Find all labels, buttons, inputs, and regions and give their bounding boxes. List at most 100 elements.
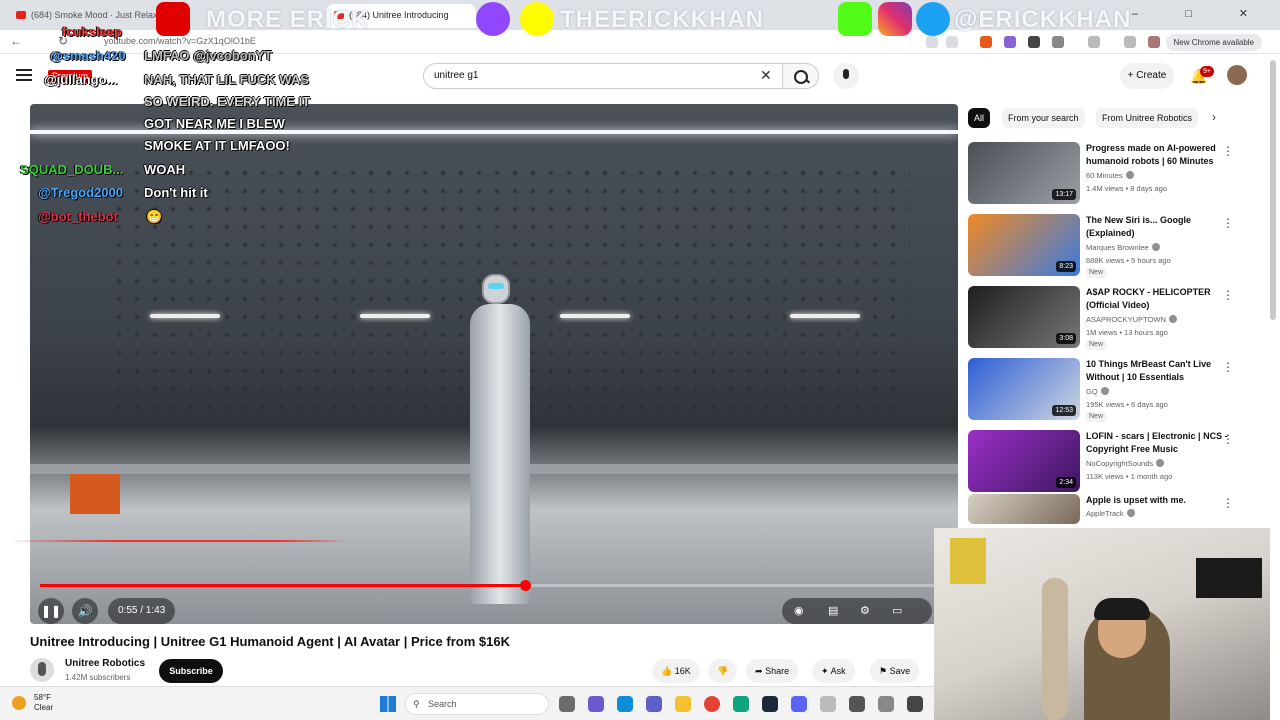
more-options-icon[interactable]: ⋮ (1222, 360, 1234, 374)
account-avatar[interactable] (1227, 65, 1247, 85)
search-button[interactable] (783, 63, 819, 89)
back-icon[interactable]: ← (10, 34, 22, 48)
video-thumbnail[interactable]: 3:08 (968, 286, 1080, 348)
verified-check-icon (1168, 315, 1177, 323)
recommended-video[interactable]: 2:34 LOFIN - scars | Electronic | NCS - C… (968, 430, 1258, 494)
channel-avatar[interactable] (30, 658, 54, 682)
task-view-icon[interactable] (559, 696, 575, 712)
clear-search-icon[interactable]: ✕ (760, 67, 772, 84)
voice-search-mic-icon[interactable] (833, 63, 859, 89)
app-icon[interactable] (733, 696, 749, 712)
discord-icon[interactable] (791, 696, 807, 712)
more-options-icon[interactable]: ⋮ (1222, 288, 1234, 302)
recommended-video[interactable]: 3:08 A$AP ROCKY - HELICOPTER (Official Vi… (968, 286, 1258, 350)
more-options-icon[interactable]: ⋮ (1222, 216, 1234, 230)
dislike-button[interactable]: 👎 (708, 659, 738, 683)
extension-icon[interactable] (1004, 36, 1016, 48)
window-controls[interactable]: – □ ✕ (1132, 7, 1270, 20)
skateboard (1042, 578, 1068, 720)
weather-condition: Clear (34, 703, 54, 712)
video-thumbnail[interactable]: 2:34 (968, 430, 1080, 492)
like-button[interactable]: 👍 16K (652, 659, 700, 683)
recommended-video-title[interactable]: A$AP ROCKY - HELICOPTER (Official Video) (1086, 286, 1232, 312)
tab-title: (684) Unitree Introducing (349, 10, 449, 20)
recommended-video-title[interactable]: The New Siri is... Google (Explained) (1086, 214, 1232, 240)
file-explorer-icon[interactable] (675, 696, 691, 712)
theater-mode-icon[interactable]: ▭ (892, 598, 902, 624)
channel-name[interactable]: Unitree Robotics (65, 658, 145, 669)
edge-icon[interactable] (617, 696, 633, 712)
recommended-video[interactable]: 13:17 Progress made on AI-powered humanoi… (968, 142, 1258, 206)
obs-icon[interactable] (907, 696, 923, 712)
captions-icon[interactable]: ▤ (828, 598, 838, 624)
recommended-video-title[interactable]: 10 Things MrBeast Can't Live Without | 1… (1086, 358, 1232, 384)
bookmark-star-icon[interactable] (946, 36, 958, 48)
recommended-channel-row[interactable]: ASAPROCKYUPTOWN (1086, 314, 1177, 325)
recommended-channel-row[interactable]: 60 Minutes (1086, 170, 1134, 181)
save-button[interactable]: ⚑ Save (870, 659, 920, 683)
recommended-channel-row[interactable]: Marques Brownlee (1086, 242, 1160, 253)
video-thumbnail[interactable]: 13:17 (968, 142, 1080, 204)
extensions-puzzle-icon[interactable] (1052, 36, 1064, 48)
screen: (684) Smoke Mood · Just Relax (684) Unit… (0, 0, 1280, 720)
recommended-video-title[interactable]: Progress made on AI-powered humanoid rob… (1086, 142, 1232, 168)
more-options-icon[interactable]: ⋮ (1222, 432, 1234, 446)
browser-tab-active[interactable]: (684) Unitree Introducing (326, 4, 476, 28)
new-chrome-available-button[interactable]: New Chrome available (1165, 34, 1262, 51)
more-options-icon[interactable]: ⋮ (1222, 144, 1234, 158)
recommended-channel-row[interactable]: NoCopyrightSounds (1086, 458, 1165, 469)
url-field[interactable]: youtube.com/watch?v=GzX1qOlO1bE (104, 36, 256, 46)
steam-icon[interactable] (762, 696, 778, 712)
subscribe-button[interactable]: Subscribe (159, 659, 223, 683)
recommended-channel-row[interactable]: GQ (1086, 386, 1109, 397)
chevron-right-icon[interactable]: › (1212, 110, 1216, 124)
video-duration: 13:17 (1052, 189, 1076, 200)
autoplay-toggle-icon[interactable]: ◉ (794, 598, 804, 624)
chip-from-your-search[interactable]: From your search (1002, 108, 1085, 128)
extension-icon[interactable] (1028, 36, 1040, 48)
ask-label: Ask (830, 666, 846, 676)
weather-widget[interactable]: 58°F Clear (34, 693, 53, 713)
windows-start-icon[interactable] (380, 696, 396, 712)
video-thumbnail[interactable] (968, 494, 1080, 524)
tab-search-icon[interactable] (1088, 36, 1100, 48)
plus-icon: + (1127, 70, 1134, 81)
verified-check-icon (1100, 387, 1109, 395)
app-icon[interactable] (849, 696, 865, 712)
ask-button[interactable]: ✦ Ask (812, 659, 855, 683)
teams-icon[interactable] (646, 696, 662, 712)
chip-from-channel[interactable]: From Unitree Robotics (1096, 108, 1199, 128)
recommended-video-title[interactable]: Apple is upset with me. (1086, 494, 1232, 507)
video-thumbnail[interactable]: 12:53 (968, 358, 1080, 420)
copilot-icon[interactable] (588, 696, 604, 712)
pause-button[interactable]: ❚❚ (38, 598, 64, 624)
video-player[interactable]: ❚❚ 🔊 0:55 / 1:43 ◉ ▤ ⚙ ▭ (30, 104, 958, 624)
share-button[interactable]: ➦ Share (746, 659, 799, 683)
video-thumbnail[interactable]: 8:23 (968, 214, 1080, 276)
recommended-video[interactable]: 8:23 The New Siri is... Google (Explained… (968, 214, 1258, 278)
install-app-icon[interactable] (926, 36, 938, 48)
extension-icon[interactable] (980, 36, 992, 48)
page-scrollbar[interactable] (1270, 60, 1276, 320)
notepad-icon[interactable] (820, 696, 836, 712)
robot-head (482, 274, 510, 304)
weather-sun-icon[interactable] (12, 696, 26, 710)
recommended-video[interactable]: 12:53 10 Things MrBeast Can't Live Withou… (968, 358, 1258, 422)
menu-icon[interactable] (16, 69, 32, 81)
more-options-icon[interactable]: ⋮ (1222, 496, 1234, 510)
new-badge: New (1086, 268, 1107, 278)
scrubber-handle[interactable] (520, 580, 531, 591)
recommended-video-title[interactable]: LOFIN - scars | Electronic | NCS - Copyr… (1086, 430, 1232, 456)
app-icon[interactable] (878, 696, 894, 712)
settings-gear-icon[interactable]: ⚙ (860, 598, 870, 624)
chip-all[interactable]: All (968, 108, 991, 128)
search-input[interactable]: unitree g1 (423, 63, 783, 89)
side-panel-icon[interactable] (1124, 36, 1136, 48)
volume-icon[interactable]: 🔊 (72, 598, 98, 624)
video-duration: 12:53 (1052, 405, 1076, 416)
profile-icon[interactable] (1148, 36, 1160, 48)
create-button[interactable]: + Create (1120, 63, 1174, 89)
taskbar-search[interactable]: ⚲ Search (405, 693, 549, 715)
chrome-icon[interactable] (704, 696, 720, 712)
recommended-channel-row[interactable]: AppleTrack (1086, 508, 1135, 519)
